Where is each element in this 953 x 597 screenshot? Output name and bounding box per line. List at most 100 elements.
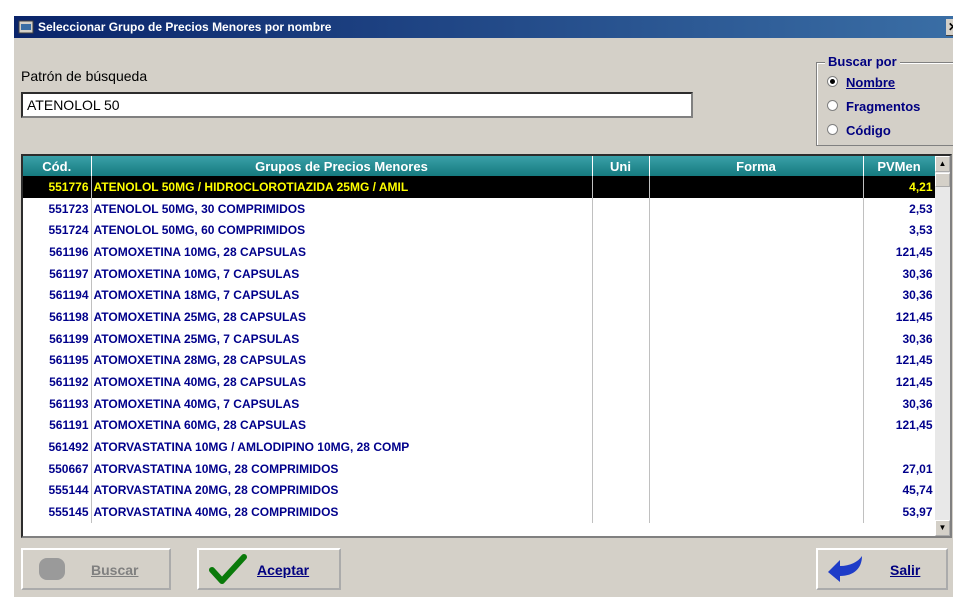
cell-code: 561198 <box>23 306 92 328</box>
cell-price: 30,36 <box>863 284 936 307</box>
table-row[interactable]: 555144 ATORVASTATINA 20MG, 28 COMPRIMIDO… <box>23 479 936 502</box>
cell-code: 561196 <box>23 241 92 263</box>
radio-codigo[interactable]: Código <box>827 123 891 138</box>
cell-uni <box>592 197 650 220</box>
cell-forma <box>649 349 864 372</box>
title-bar[interactable]: Seleccionar Grupo de Precios Menores por… <box>14 16 953 38</box>
cell-uni <box>592 306 650 328</box>
table-row[interactable]: 551724 ATENOLOL 50MG, 60 COMPRIMIDOS 3,5… <box>23 219 936 242</box>
blue-back-arrow-icon <box>828 556 862 582</box>
scroll-up-icon[interactable]: ▲ <box>935 156 950 172</box>
table-row[interactable]: 550667 ATORVASTATINA 10MG, 28 COMPRIMIDO… <box>23 457 936 480</box>
cell-name: ATOMOXETINA 60MG, 28 CAPSULAS <box>91 414 593 437</box>
buscar-button[interactable]: Buscar <box>21 548 171 590</box>
cell-forma <box>649 262 864 285</box>
cell-code: 561191 <box>23 414 92 437</box>
cell-uni <box>592 479 650 502</box>
column-header-forma[interactable]: Forma <box>649 156 864 176</box>
cell-name: ATOMOXETINA 25MG, 7 CAPSULAS <box>91 327 593 350</box>
radio-nombre-label: Nombre <box>846 75 896 90</box>
cell-forma <box>649 457 864 480</box>
cell-uni <box>592 241 650 263</box>
cell-price: 53,97 <box>863 501 936 523</box>
cell-forma <box>649 219 864 242</box>
search-label: Patrón de búsqueda <box>21 68 147 84</box>
dialog-window: Seleccionar Grupo de Precios Menores por… <box>12 14 953 597</box>
cell-name: ATENOLOL 50MG, 60 COMPRIMIDOS <box>91 219 593 242</box>
cell-code: 561194 <box>23 284 92 307</box>
cell-name: ATOMOXETINA 40MG, 28 CAPSULAS <box>91 371 593 393</box>
close-icon[interactable]: ✕ <box>946 19 953 36</box>
cell-forma <box>649 197 864 220</box>
search-by-legend: Buscar por <box>825 54 900 69</box>
table-row[interactable]: 561193 ATOMOXETINA 40MG, 7 CAPSULAS 30,3… <box>23 392 936 415</box>
column-header-price[interactable]: PVMen <box>863 156 936 176</box>
cell-name: ATOMOXETINA 18MG, 7 CAPSULAS <box>91 284 593 307</box>
cell-uni <box>592 457 650 480</box>
cell-price: 30,36 <box>863 262 936 285</box>
radio-codigo-label: Código <box>846 123 891 138</box>
table-row[interactable]: 561192 ATOMOXETINA 40MG, 28 CAPSULAS 121… <box>23 371 936 393</box>
radio-fragmentos[interactable]: Fragmentos <box>827 99 920 114</box>
radio-selected-icon <box>827 76 838 87</box>
cell-name: ATOMOXETINA 25MG, 28 CAPSULAS <box>91 306 593 328</box>
cell-price: 27,01 <box>863 457 936 480</box>
results-grid[interactable]: Cód. Grupos de Precios Menores Uni Forma… <box>21 154 952 538</box>
cell-forma <box>649 371 864 393</box>
search-label-text: Patrón de búsqueda <box>21 68 148 84</box>
column-header-uni[interactable]: Uni <box>592 156 650 176</box>
scroll-thumb[interactable] <box>935 173 950 187</box>
table-header-row: Cód. Grupos de Precios Menores Uni Forma… <box>23 156 936 176</box>
column-header-code[interactable]: Cód. <box>23 156 92 176</box>
search-input[interactable] <box>21 92 693 118</box>
column-header-group[interactable]: Grupos de Precios Menores <box>91 156 593 176</box>
green-checkmark-icon <box>209 554 247 584</box>
table-row[interactable]: 561196 ATOMOXETINA 10MG, 28 CAPSULAS 121… <box>23 241 936 263</box>
table-row[interactable]: 561199 ATOMOXETINA 25MG, 7 CAPSULAS 30,3… <box>23 327 936 350</box>
scroll-down-icon[interactable]: ▼ <box>935 520 950 536</box>
cell-code: 550667 <box>23 457 92 480</box>
cell-name: ATOMOXETINA 40MG, 7 CAPSULAS <box>91 392 593 415</box>
cell-name: ATOMOXETINA 10MG, 7 CAPSULAS <box>91 262 593 285</box>
cell-price <box>863 436 936 458</box>
cell-price: 2,53 <box>863 197 936 220</box>
cell-name: ATORVASTATINA 10MG / AMLODIPINO 10MG, 28… <box>91 436 593 458</box>
cell-price: 30,36 <box>863 392 936 415</box>
cell-name: ATOMOXETINA 10MG, 28 CAPSULAS <box>91 241 593 263</box>
table-row[interactable]: 561191 ATOMOXETINA 60MG, 28 CAPSULAS 121… <box>23 414 936 437</box>
cell-code: 551724 <box>23 219 92 242</box>
vertical-scrollbar[interactable]: ▲ ▼ <box>935 156 950 536</box>
cell-forma <box>649 176 864 198</box>
table-row[interactable]: 561194 ATOMOXETINA 18MG, 7 CAPSULAS 30,3… <box>23 284 936 307</box>
cell-price: 3,53 <box>863 219 936 242</box>
cell-price: 121,45 <box>863 241 936 263</box>
radio-fragmentos-label: Fragmentos <box>846 99 921 114</box>
cell-code: 561492 <box>23 436 92 458</box>
cell-price: 30,36 <box>863 327 936 350</box>
search-by-group: Buscar por Nombre Fragmentos Código <box>816 54 953 146</box>
cell-forma <box>649 414 864 437</box>
cell-code: 561195 <box>23 349 92 372</box>
cell-uni <box>592 349 650 372</box>
table-row[interactable]: 561197 ATOMOXETINA 10MG, 7 CAPSULAS 30,3… <box>23 262 936 285</box>
cell-uni <box>592 284 650 307</box>
table-row[interactable]: 551723 ATENOLOL 50MG, 30 COMPRIMIDOS 2,5… <box>23 197 936 220</box>
table-row[interactable]: 561198 ATOMOXETINA 25MG, 28 CAPSULAS 121… <box>23 306 936 328</box>
cell-forma <box>649 392 864 415</box>
cell-price: 121,45 <box>863 371 936 393</box>
cell-code: 561197 <box>23 262 92 285</box>
salir-button[interactable]: Salir <box>816 548 948 590</box>
cell-uni <box>592 219 650 242</box>
aceptar-button[interactable]: Aceptar <box>197 548 341 590</box>
buscar-label: Buscar <box>91 562 139 578</box>
cell-uni <box>592 176 650 198</box>
table-row[interactable]: 555145 ATORVASTATINA 40MG, 28 COMPRIMIDO… <box>23 501 936 523</box>
radio-unselected-icon <box>827 124 838 135</box>
cell-code: 561193 <box>23 392 92 415</box>
radio-nombre[interactable]: Nombre <box>827 75 895 90</box>
cell-forma <box>649 241 864 263</box>
table-row[interactable]: 561195 ATOMOXETINA 28MG, 28 CAPSULAS 121… <box>23 349 936 372</box>
table-row[interactable]: 561492 ATORVASTATINA 10MG / AMLODIPINO 1… <box>23 436 936 458</box>
table-row[interactable]: 551776 ATENOLOL 50MG / HIDROCLOROTIAZIDA… <box>23 176 936 198</box>
cell-code: 551723 <box>23 197 92 220</box>
